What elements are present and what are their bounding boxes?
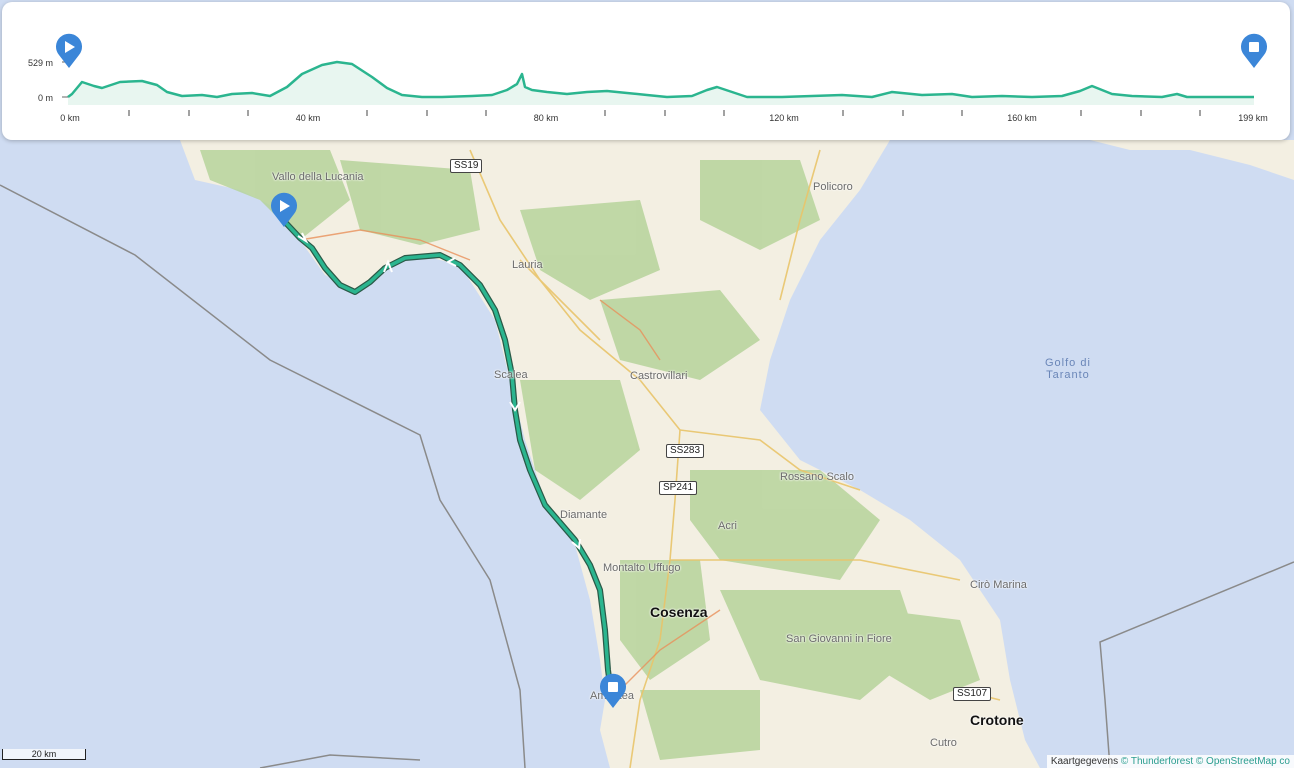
place-crotone: Crotone	[970, 712, 1024, 728]
road-shield-ss19: SS19	[450, 159, 483, 173]
elevation-x-label-40: 40 km	[295, 113, 321, 123]
sea-label-golfo: Golfo di Taranto	[1045, 357, 1091, 381]
place-cosenza: Cosenza	[650, 604, 708, 620]
elevation-profile-panel[interactable]: 529 m 0 m 0 km 40 km 80 km 120 km 160 km…	[2, 2, 1290, 140]
elevation-x-label-160: 160 km	[1007, 113, 1037, 123]
elevation-x-label-120: 120 km	[769, 113, 799, 123]
scale-bar: 20 km	[2, 749, 86, 760]
place-sangiovanni: San Giovanni in Fiore	[786, 633, 892, 645]
road-shield-sp241: SP241	[659, 481, 698, 495]
route-end-pin[interactable]	[599, 673, 627, 714]
place-lauria: Lauria	[512, 259, 543, 271]
elevation-start-pin[interactable]	[55, 33, 83, 74]
attribution-prefix: Kaartgegevens	[1050, 756, 1119, 767]
golfo-line-1: Golfo di	[1045, 357, 1091, 369]
elevation-x-label-0: 0 km	[60, 113, 80, 123]
road-shield-ss283: SS283	[666, 444, 705, 458]
elevation-end-pin[interactable]	[1240, 33, 1268, 74]
place-cutro: Cutro	[930, 737, 957, 749]
elevation-x-label-199: 199 km	[1238, 113, 1268, 123]
elevation-line	[67, 60, 1254, 99]
place-diamante: Diamante	[560, 509, 608, 521]
stop-icon	[600, 673, 626, 708]
elevation-chart[interactable]	[2, 2, 1290, 140]
road-shield-ss107: SS107	[953, 687, 992, 701]
golfo-line-2: Taranto	[1046, 369, 1090, 381]
elevation-area	[68, 62, 1254, 105]
place-montalto: Montalto Uffugo	[603, 562, 681, 574]
place-acri: Acri	[718, 520, 737, 532]
attribution-thunderforest-link[interactable]: © Thunderforest	[1121, 756, 1193, 767]
play-icon	[56, 33, 82, 68]
attribution-osm-link[interactable]: © OpenStreetMap co	[1196, 756, 1290, 767]
elevation-x-ticks	[128, 110, 1201, 116]
map-attribution: Kaartgegevens © Thunderforest © OpenStre…	[1046, 755, 1294, 768]
play-icon	[271, 192, 297, 227]
stop-icon	[1241, 33, 1267, 68]
elevation-x-label-80: 80 km	[533, 113, 559, 123]
route-start-pin[interactable]	[270, 192, 298, 233]
place-castrovillari: Castrovillari	[630, 370, 688, 382]
place-scalea: Scalea	[494, 369, 528, 381]
place-vallo: Vallo della Lucania	[272, 171, 364, 183]
place-rossano: Rossano Scalo	[780, 471, 854, 483]
place-policoro: Policoro	[813, 181, 853, 193]
place-ciro: Cirò Marina	[970, 579, 1027, 591]
